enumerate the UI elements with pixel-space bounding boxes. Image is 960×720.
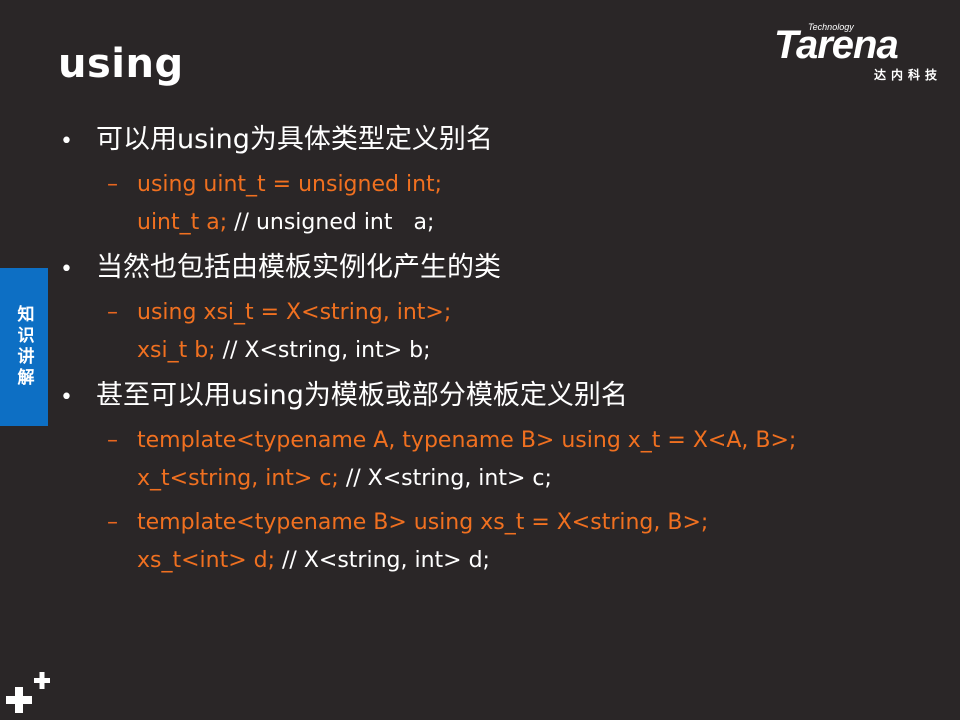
bullet-dot-icon: • — [60, 257, 73, 282]
bullet-item: • 甚至可以用using为模板或部分模板定义别名 — [60, 376, 940, 418]
code-example: – using xsi_t = X<string, int>; xsi_t b;… — [107, 294, 940, 370]
code-line: template<typename A, typename B> using x… — [137, 428, 797, 453]
side-tab: 知识讲解 — [0, 268, 48, 426]
code-comment: // unsigned int a; — [227, 210, 435, 235]
code-text: x_t<string, int> c; — [137, 466, 339, 491]
code-line: using uint_t = unsigned int; — [137, 172, 443, 197]
code-text: uint_t a; — [137, 210, 228, 235]
bullet-text: 当然也包括由模板实例化产生的类 — [96, 252, 501, 283]
code-line-with-comment: xs_t<int> d; // X<string, int> d; — [137, 542, 708, 580]
code-comment: // X<string, int> d; — [275, 548, 490, 573]
code-comment: // X<string, int> c; — [338, 466, 552, 491]
code-text: xs_t<int> d; — [137, 548, 276, 573]
code-line: template<typename B> using xs_t = X<stri… — [137, 510, 709, 535]
code-example: – template<typename B> using xs_t = X<st… — [107, 504, 940, 580]
bullet-text: 可以用using为具体类型定义别名 — [96, 124, 493, 155]
code-text: xsi_t b; — [137, 338, 216, 363]
bullet-item: • 可以用using为具体类型定义别名 — [60, 120, 940, 162]
bullet-dot-icon: • — [60, 385, 73, 410]
logo-wordmark: Tarena — [774, 23, 899, 67]
code-example: – template<typename A, typename B> using… — [107, 422, 940, 498]
code-line: using xsi_t = X<string, int>; — [137, 300, 452, 325]
bullet-dot-icon: • — [60, 129, 73, 154]
code-line-with-comment: xsi_t b; // X<string, int> b; — [137, 332, 451, 370]
tarena-logo: Technology Tarena 达内科技 — [774, 22, 944, 82]
dash-icon: – — [107, 510, 118, 535]
bullet-item: • 当然也包括由模板实例化产生的类 — [60, 248, 940, 290]
code-example: – using uint_t = unsigned int; uint_t a;… — [107, 166, 940, 242]
code-line-with-comment: x_t<string, int> c; // X<string, int> c; — [137, 460, 796, 498]
slide-content: • 可以用using为具体类型定义别名 – using uint_t = uns… — [60, 120, 940, 580]
bullet-text: 甚至可以用using为模板或部分模板定义别名 — [96, 380, 628, 411]
logo-chinese-name: 达内科技 — [873, 68, 942, 82]
side-tab-label: 知识讲解 — [13, 305, 34, 389]
dash-icon: – — [107, 300, 118, 325]
dash-icon: – — [107, 172, 118, 197]
plus-mark-icon — [6, 672, 50, 713]
dash-icon: – — [107, 428, 118, 453]
code-comment: // X<string, int> b; — [215, 338, 431, 363]
slide-title: using — [58, 41, 184, 87]
code-line-with-comment: uint_t a; // unsigned int a; — [137, 204, 442, 242]
